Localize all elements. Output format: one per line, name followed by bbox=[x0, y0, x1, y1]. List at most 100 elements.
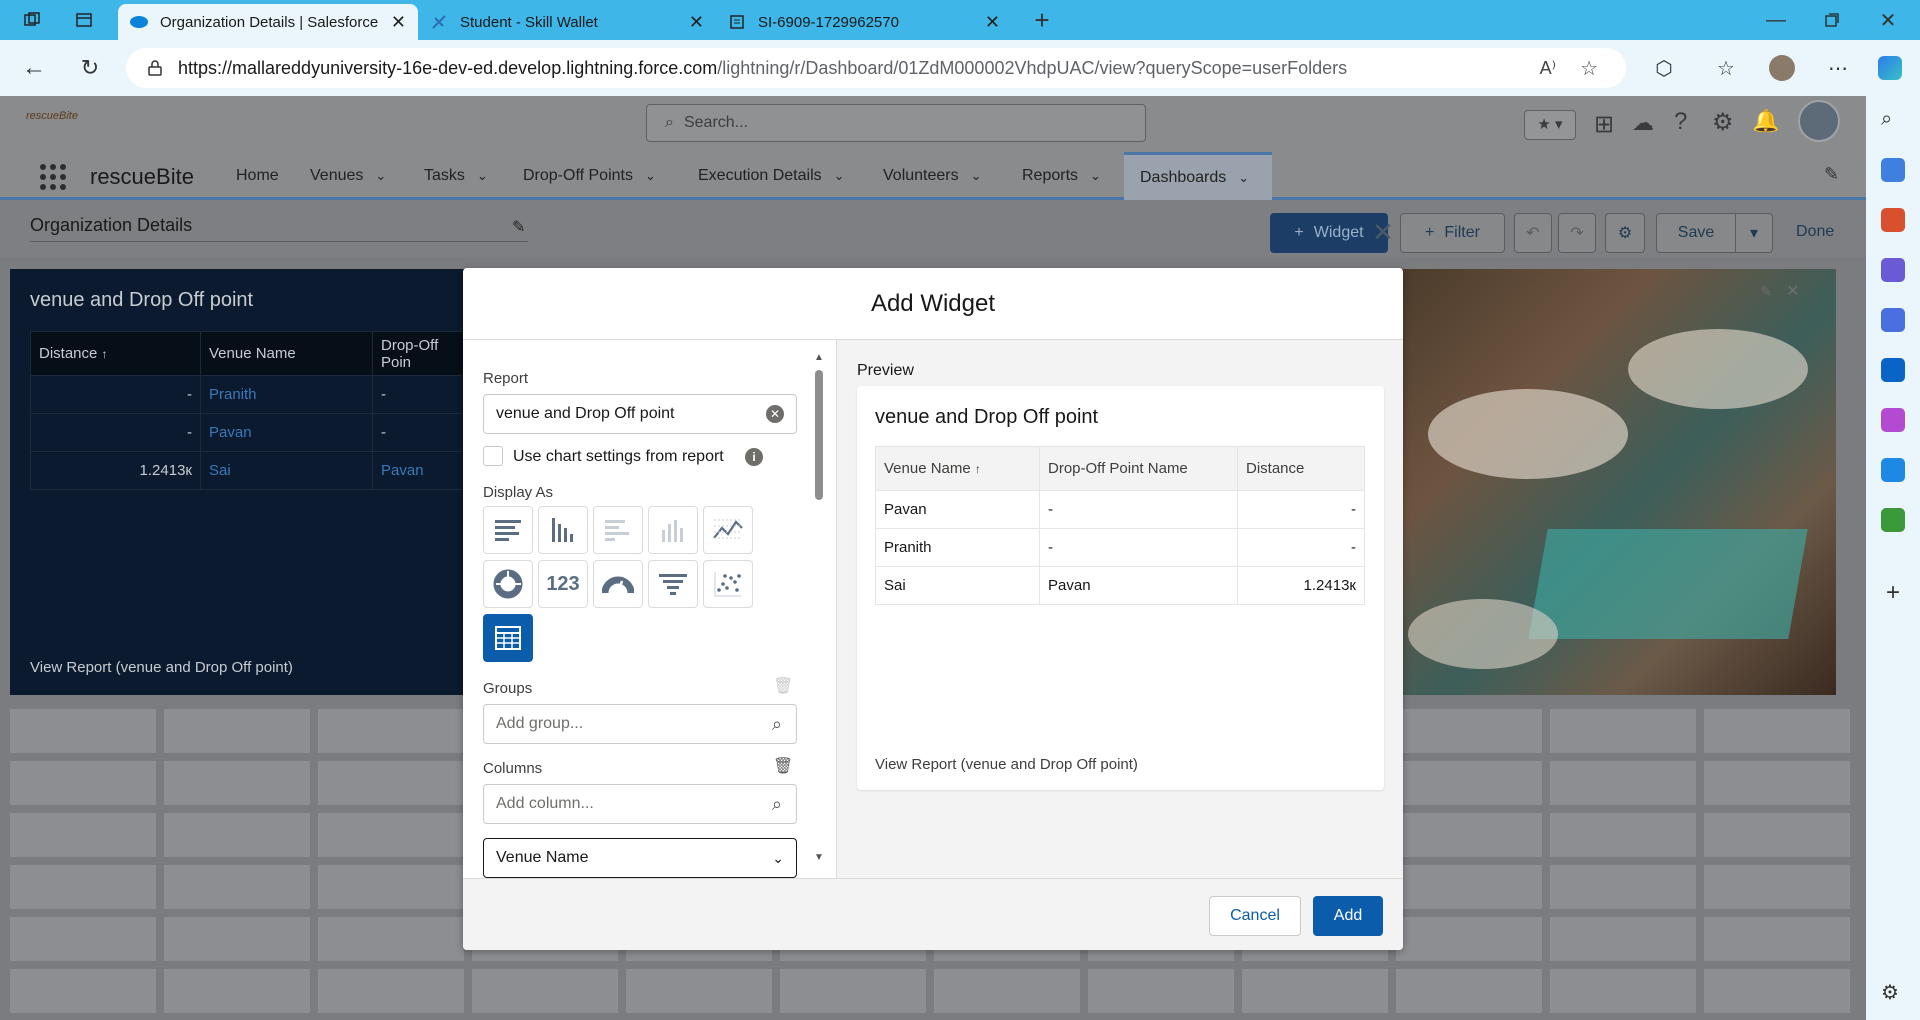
view-report-link[interactable]: View Report (venue and Drop Off point) bbox=[30, 659, 293, 676]
table-button[interactable] bbox=[483, 614, 533, 662]
read-aloud-icon[interactable]: A⁾ bbox=[1540, 58, 1556, 79]
copilot-icon[interactable] bbox=[1881, 308, 1905, 332]
send-icon[interactable] bbox=[1881, 458, 1905, 482]
settings-gear-icon[interactable]: ⚙ bbox=[1881, 980, 1905, 1004]
info-icon[interactable]: i bbox=[745, 448, 763, 466]
add-icon[interactable]: + bbox=[1881, 581, 1905, 606]
close-window-icon[interactable]: ✕ bbox=[1872, 4, 1904, 36]
profile-avatar[interactable] bbox=[1766, 52, 1798, 84]
add-group-input[interactable]: Add group... ⌕ bbox=[483, 704, 797, 744]
image-widget[interactable]: ✎ ✕ bbox=[1388, 269, 1836, 695]
cell-link[interactable]: Pavan bbox=[372, 451, 468, 490]
panel-scrollbar[interactable]: ▲ ▼ bbox=[813, 352, 825, 866]
chevron-down-icon[interactable]: ⌄ bbox=[971, 168, 982, 184]
scroll-down-icon[interactable]: ▼ bbox=[814, 852, 824, 863]
cancel-button[interactable]: Cancel bbox=[1209, 896, 1301, 936]
scatter-chart-button[interactable] bbox=[703, 560, 753, 608]
clear-icon[interactable]: ✕ bbox=[766, 405, 784, 423]
chart-settings-checkbox[interactable] bbox=[483, 446, 503, 466]
toolbox-icon[interactable] bbox=[1881, 208, 1905, 232]
close-icon[interactable]: ✕ bbox=[1372, 217, 1394, 248]
workspaces-icon[interactable] bbox=[16, 4, 48, 36]
chevron-down-icon[interactable]: ⌄ bbox=[477, 168, 488, 184]
scroll-thumb[interactable] bbox=[815, 370, 823, 500]
properties-gear-button[interactable]: ⚙ bbox=[1605, 213, 1645, 253]
browser-tab-salesforce[interactable]: Organization Details | Salesforce ✕ bbox=[118, 4, 418, 40]
people-icon[interactable] bbox=[1881, 258, 1905, 282]
help-icon[interactable]: ? bbox=[1674, 108, 1687, 136]
restore-icon[interactable] bbox=[1816, 4, 1848, 36]
tab-actions-icon[interactable] bbox=[68, 4, 100, 36]
add-filter-button[interactable]: + Filter bbox=[1400, 213, 1505, 253]
nav-item-venues[interactable]: Venues ⌄ bbox=[310, 152, 386, 200]
trailhead-icon[interactable]: ☁ bbox=[1632, 110, 1654, 136]
add-widget-button[interactable]: + Widget bbox=[1270, 213, 1388, 253]
undo-button[interactable]: ↶ bbox=[1514, 213, 1552, 253]
nav-item-dashboards[interactable]: Dashboards ⌄ bbox=[1124, 152, 1272, 200]
extensions-icon[interactable]: ⬡ bbox=[1648, 52, 1680, 84]
notifications-bell-icon[interactable]: 🔔 bbox=[1752, 108, 1779, 134]
favorites-icon[interactable]: ☆ bbox=[1710, 52, 1742, 84]
donut-chart-button[interactable] bbox=[483, 560, 533, 608]
edit-pencil-icon[interactable]: ✎ bbox=[1760, 283, 1772, 300]
cell-link[interactable]: Sai bbox=[200, 451, 373, 490]
url-box[interactable]: https://mallareddyuniversity-16e-dev-ed.… bbox=[126, 48, 1626, 88]
global-actions-icon[interactable]: ⊞ bbox=[1594, 110, 1614, 139]
copilot-icon[interactable] bbox=[1874, 52, 1906, 84]
add-button[interactable]: Add bbox=[1313, 896, 1383, 936]
nav-item-volunteers[interactable]: Volunteers ⌄ bbox=[883, 152, 982, 200]
column-header[interactable]: Drop-Off Poin bbox=[372, 331, 468, 376]
report-lookup[interactable]: venue and Drop Off point ✕ bbox=[483, 394, 797, 434]
groups-trash-icon[interactable]: 🗑 bbox=[773, 676, 793, 696]
done-button[interactable]: Done bbox=[1796, 223, 1834, 241]
close-icon[interactable]: ✕ bbox=[689, 12, 704, 33]
chevron-down-icon[interactable]: ⌄ bbox=[375, 168, 386, 184]
global-search[interactable]: ⌕ Search... bbox=[646, 104, 1146, 142]
close-icon[interactable]: ✕ bbox=[985, 12, 1000, 33]
column-header[interactable]: Distance bbox=[1237, 446, 1365, 491]
gauge-button[interactable] bbox=[593, 560, 643, 608]
funnel-button[interactable] bbox=[648, 560, 698, 608]
close-icon[interactable]: ✕ bbox=[1786, 281, 1799, 301]
redo-button[interactable]: ↷ bbox=[1558, 213, 1596, 253]
refresh-icon[interactable]: ↻ bbox=[74, 52, 106, 84]
horizontal-bar-chart-button[interactable] bbox=[483, 506, 533, 554]
column-header[interactable]: Venue Name ↑ bbox=[875, 446, 1040, 491]
search-icon[interactable]: ⌕ bbox=[1881, 108, 1905, 132]
chevron-down-icon[interactable]: ⌄ bbox=[772, 850, 784, 867]
browser-tab-si[interactable]: SI-6909-1729962570 ✕ bbox=[716, 4, 1012, 40]
save-button[interactable]: Save bbox=[1656, 213, 1736, 253]
stacked-horizontal-bar-button[interactable] bbox=[593, 506, 643, 554]
favorites-star-icon[interactable]: ★ ▾ bbox=[1524, 110, 1576, 140]
nav-item-reports[interactable]: Reports ⌄ bbox=[1022, 152, 1101, 200]
metric-button[interactable]: 123 bbox=[538, 560, 588, 608]
shopping-tag-icon[interactable] bbox=[1881, 158, 1905, 182]
new-tab-icon[interactable]: + bbox=[1026, 4, 1058, 36]
columns-trash-icon[interactable]: 🗑 bbox=[773, 756, 793, 776]
nav-item-home[interactable]: Home bbox=[236, 152, 279, 200]
column-header[interactable]: Drop-Off Point Name bbox=[1039, 446, 1238, 491]
user-avatar[interactable] bbox=[1798, 100, 1840, 142]
stacked-vertical-bar-button[interactable] bbox=[648, 506, 698, 554]
back-icon[interactable]: ← bbox=[18, 52, 50, 84]
add-column-input[interactable]: Add column... ⌕ bbox=[483, 784, 797, 824]
line-chart-button[interactable] bbox=[703, 506, 753, 554]
designer-icon[interactable] bbox=[1881, 408, 1905, 432]
chevron-down-icon[interactable]: ⌄ bbox=[834, 168, 845, 184]
outlook-icon[interactable] bbox=[1881, 358, 1905, 382]
cell-link[interactable]: Pranith bbox=[200, 375, 373, 414]
column-item-venue-name[interactable]: Venue Name ⌄ bbox=[483, 838, 797, 878]
minimize-icon[interactable]: — bbox=[1760, 4, 1792, 36]
cell-link[interactable]: Pavan bbox=[200, 413, 373, 452]
save-menu-chevron-icon[interactable]: ▾ bbox=[1735, 213, 1773, 253]
app-launcher-icon[interactable] bbox=[40, 164, 66, 190]
nav-item-execution-details[interactable]: Execution Details ⌄ bbox=[698, 152, 845, 200]
vertical-bar-chart-button[interactable] bbox=[538, 506, 588, 554]
scroll-up-icon[interactable]: ▲ bbox=[814, 352, 824, 363]
browser-tab-skill-wallet[interactable]: Student - Skill Wallet ✕ bbox=[418, 4, 716, 40]
edit-nav-pencil-icon[interactable]: ✎ bbox=[1824, 164, 1839, 185]
nav-item-tasks[interactable]: Tasks ⌄ bbox=[424, 152, 488, 200]
setup-gear-icon[interactable]: ⚙ bbox=[1712, 108, 1734, 137]
more-icon[interactable]: ⋯ bbox=[1822, 52, 1854, 84]
report-table-widget[interactable]: venue and Drop Off point Distance ↑ Venu… bbox=[10, 269, 468, 695]
